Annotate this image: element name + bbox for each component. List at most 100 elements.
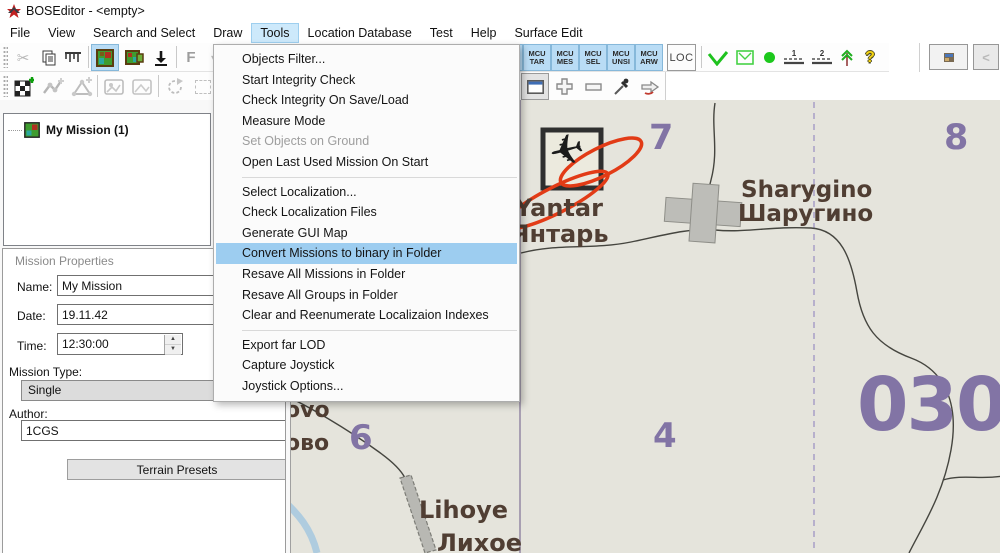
author-input[interactable] bbox=[21, 420, 285, 441]
menu-item-capture-joystick[interactable]: Capture Joystick bbox=[214, 355, 519, 376]
mcu-arw-button[interactable]: MCU ARW bbox=[635, 44, 663, 71]
zoom-in-button[interactable] bbox=[551, 74, 577, 99]
menu-item-objects-filter[interactable]: Objects Filter... bbox=[214, 49, 519, 70]
network-plus-icon bbox=[71, 76, 93, 96]
terrain-view-button[interactable] bbox=[91, 44, 119, 71]
add-network-button[interactable] bbox=[69, 74, 95, 99]
tree-branch-line bbox=[8, 129, 22, 131]
bridge-plus-icon bbox=[43, 77, 64, 94]
mcu-label: UNSI bbox=[612, 56, 630, 66]
mission-icon bbox=[24, 122, 40, 138]
toolbar-separator bbox=[158, 75, 159, 97]
boseditor-window: BOSEditor - <empty> File View Search and… bbox=[0, 0, 1000, 553]
menu-bar: File View Search and Select Draw Tools L… bbox=[0, 22, 1000, 43]
menu-item-clear-reenumerate-localization-indexes[interactable]: Clear and Reenumerate Localizaion Indexe… bbox=[214, 305, 519, 326]
menu-item-check-localization-files[interactable]: Check Localization Files bbox=[214, 202, 519, 223]
waypoint-button[interactable] bbox=[759, 45, 779, 70]
menu-item-resave-all-groups[interactable]: Resave All Groups in Folder bbox=[214, 285, 519, 306]
mcu-sel-button[interactable]: MCU SEL bbox=[579, 44, 607, 71]
picker-button[interactable] bbox=[609, 74, 635, 99]
menu-test[interactable]: Test bbox=[422, 24, 461, 42]
menu-item-set-objects-on-ground: Set Objects on Ground bbox=[242, 134, 370, 149]
menu-item-open-last-used-mission[interactable]: Open Last Used Mission On Start bbox=[214, 152, 519, 173]
terrain-layers-icon bbox=[124, 49, 144, 65]
time-input[interactable] bbox=[58, 334, 163, 354]
menu-location-database[interactable]: Location Database bbox=[300, 24, 420, 42]
menu-item-convert-missions-to-binary[interactable]: Convert Missions to binary in Folder bbox=[216, 243, 517, 264]
jump-to-button[interactable] bbox=[637, 74, 663, 99]
route-2-button[interactable]: 2 bbox=[809, 45, 835, 70]
tree-root-item[interactable]: My Mission (1) bbox=[8, 122, 129, 138]
toolbar-grip[interactable] bbox=[3, 46, 8, 68]
map-label-yantar-ru: Янтарь bbox=[511, 220, 609, 248]
menu-item-joystick-options[interactable]: Joystick Options... bbox=[214, 376, 519, 397]
add-bridge-button[interactable] bbox=[40, 74, 66, 99]
menu-item-select-localization[interactable]: Select Localization... bbox=[214, 182, 519, 203]
cut-button[interactable]: ✂ bbox=[11, 45, 35, 70]
menu-item-check-integrity-on-save-load[interactable]: Check Integrity On Save/Load bbox=[214, 90, 519, 111]
menu-item-start-integrity-check[interactable]: Start Integrity Check bbox=[214, 70, 519, 91]
menu-item-generate-gui-map[interactable]: Generate GUI Map bbox=[214, 223, 519, 244]
properties-title: Mission Properties bbox=[15, 254, 114, 268]
map-label-yantar-en: Yantar bbox=[515, 194, 603, 222]
check-translator-button[interactable] bbox=[705, 45, 731, 70]
mission-type-value: Single bbox=[28, 383, 62, 397]
help-button[interactable]: ? bbox=[858, 45, 882, 70]
map-village-shape bbox=[663, 182, 743, 244]
image-b-button[interactable] bbox=[129, 74, 155, 99]
mcu-mes-button[interactable]: MCU MES bbox=[551, 44, 579, 71]
mcu-tar-button[interactable]: MCU TAR bbox=[523, 44, 551, 71]
mcu-unsi-button[interactable]: MCU UNSI bbox=[607, 44, 635, 71]
rotate-icon bbox=[168, 77, 183, 94]
menu-file[interactable]: File bbox=[2, 24, 38, 42]
map-label-lihoye-en: Lihoye bbox=[419, 496, 509, 524]
window-mode-button[interactable] bbox=[521, 73, 549, 100]
import-button[interactable] bbox=[150, 45, 172, 70]
terrain-presets-button[interactable]: Terrain Presets bbox=[67, 459, 285, 480]
map-river bbox=[291, 502, 321, 553]
image-a-button[interactable] bbox=[101, 74, 127, 99]
loc-button[interactable]: LOC bbox=[667, 44, 696, 71]
spin-down-icon[interactable]: ▼ bbox=[165, 345, 181, 355]
route-1-button[interactable]: 1 bbox=[781, 45, 807, 70]
download-arrow-icon bbox=[155, 50, 167, 66]
spin-up-icon[interactable]: ▲ bbox=[165, 335, 181, 345]
menu-item-measure-mode[interactable]: Measure Mode bbox=[214, 111, 519, 132]
menu-surface-edit[interactable]: Surface Edit bbox=[506, 24, 590, 42]
measure-button[interactable] bbox=[61, 45, 85, 70]
font-button[interactable]: F bbox=[180, 45, 202, 70]
svg-text:1: 1 bbox=[792, 49, 797, 58]
rotate-button[interactable] bbox=[162, 74, 188, 99]
tools-dropdown-menu: Objects Filter... Start Integrity Check … bbox=[213, 44, 520, 402]
menu-view[interactable]: View bbox=[40, 24, 83, 42]
terrain-layers-button[interactable] bbox=[121, 45, 147, 70]
image-icon bbox=[104, 78, 124, 95]
grid-number-030: 030 bbox=[857, 362, 1000, 448]
thumbnail-icon bbox=[943, 52, 954, 62]
menu-item-resave-all-missions[interactable]: Resave All Missions in Folder bbox=[214, 264, 519, 285]
zoom-out-button[interactable] bbox=[580, 74, 606, 99]
menu-item-export-far-lod[interactable]: Export far LOD bbox=[214, 335, 519, 356]
menu-tools[interactable]: Tools bbox=[251, 22, 299, 43]
author-label: Author: bbox=[9, 407, 48, 421]
map-label-sharygino-ru: Шаругино bbox=[738, 201, 874, 227]
mission-type-label: Mission Type: bbox=[9, 365, 83, 379]
ruler-icon bbox=[65, 51, 81, 62]
mcu-label: ARW bbox=[640, 56, 658, 66]
copy-button[interactable] bbox=[37, 45, 61, 70]
title-bar: BOSEditor - <empty> bbox=[0, 0, 1000, 22]
map-label-partial-en: ovo bbox=[291, 398, 330, 423]
date-label: Date: bbox=[17, 309, 46, 323]
back-button[interactable]: < bbox=[973, 44, 999, 70]
check-icon bbox=[707, 50, 729, 66]
menu-draw[interactable]: Draw bbox=[205, 24, 250, 42]
toolbar-grip[interactable] bbox=[3, 75, 8, 97]
svg-text:2: 2 bbox=[820, 49, 825, 58]
menu-help[interactable]: Help bbox=[463, 24, 505, 42]
tree-height-button[interactable] bbox=[838, 45, 856, 70]
preview-button[interactable] bbox=[929, 44, 968, 70]
add-object-button[interactable] bbox=[11, 74, 37, 99]
message-button[interactable] bbox=[733, 45, 757, 70]
menu-search-and-select[interactable]: Search and Select bbox=[85, 24, 203, 42]
time-spinner[interactable]: ▲ ▼ bbox=[164, 335, 181, 355]
